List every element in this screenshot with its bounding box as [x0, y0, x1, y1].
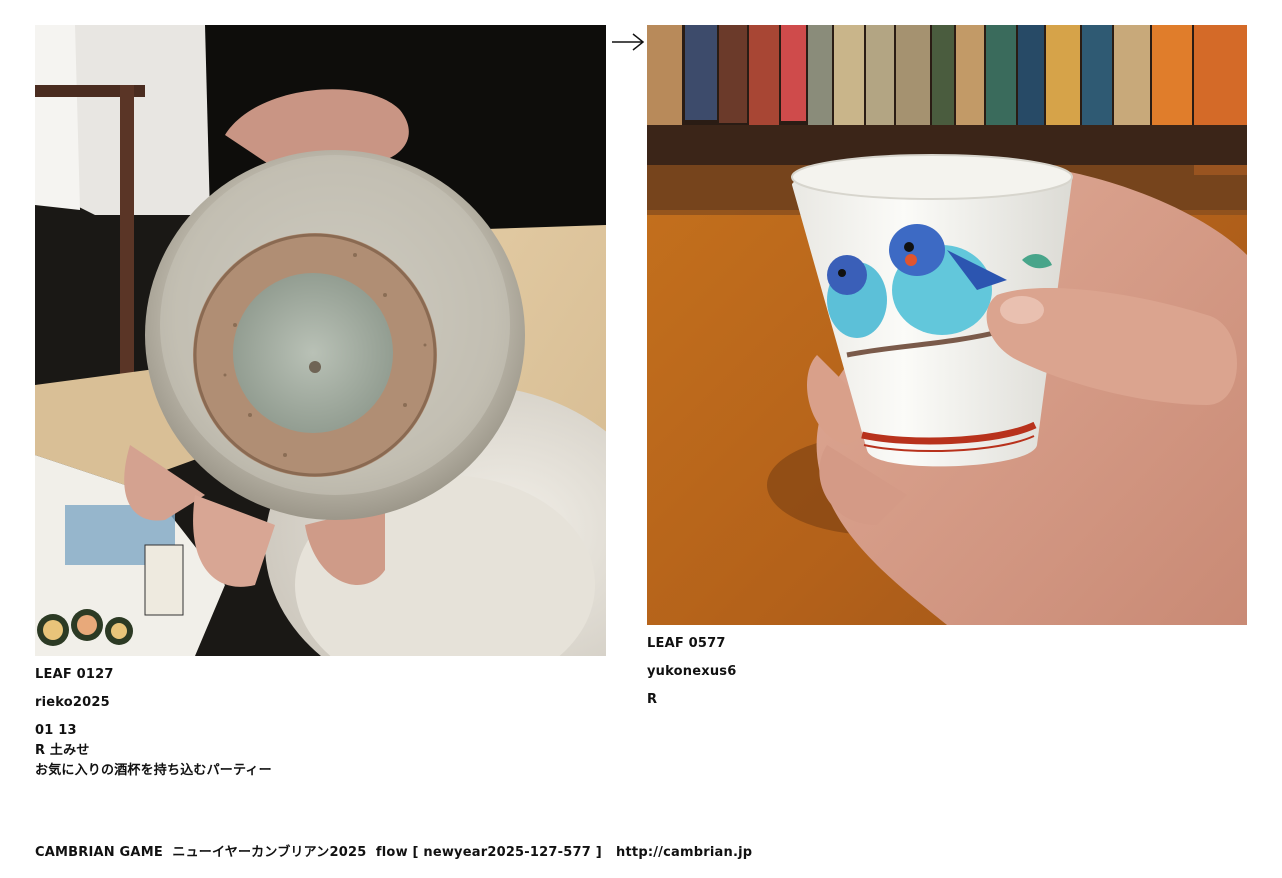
right-leaf-user[interactable]: yukonexus6 [647, 662, 736, 682]
left-leaf-user[interactable]: rieko2025 [35, 693, 272, 713]
next-arrow-icon[interactable] [611, 31, 645, 53]
left-leaf-photo[interactable] [35, 25, 606, 656]
left-leaf-caption: LEAF 0127 rieko2025 01 13 R 土みせ お気に入りの酒杯… [35, 665, 272, 781]
page-footer: CAMBRIAN GAME ニューイヤーカンブリアン2025 flow [ ne… [35, 843, 752, 863]
ceramic-bowl-underside-icon [35, 25, 606, 656]
left-leaf-date: 01 13 [35, 723, 77, 738]
footer-flow-label: flow [ newyear2025-127-577 ] [375, 845, 602, 860]
porcelain-cup-with-birds-icon [647, 25, 1247, 625]
right-leaf-note: R [647, 692, 658, 707]
left-leaf-note-line2: お気に入りの酒杯を持ち込むパーティー [35, 763, 272, 778]
right-leaf-photo[interactable] [647, 25, 1247, 625]
footer-event-title: ニューイヤーカンブリアン2025 [172, 845, 367, 860]
right-leaf-id[interactable]: LEAF 0577 [647, 634, 736, 654]
right-leaf-caption: LEAF 0577 yukonexus6 R [647, 634, 736, 710]
footer-site-link[interactable]: http://cambrian.jp [616, 845, 752, 860]
left-leaf-note-line1: R 土みせ [35, 743, 90, 758]
footer-game-title: CAMBRIAN GAME [35, 845, 163, 860]
left-leaf-id[interactable]: LEAF 0127 [35, 665, 272, 685]
